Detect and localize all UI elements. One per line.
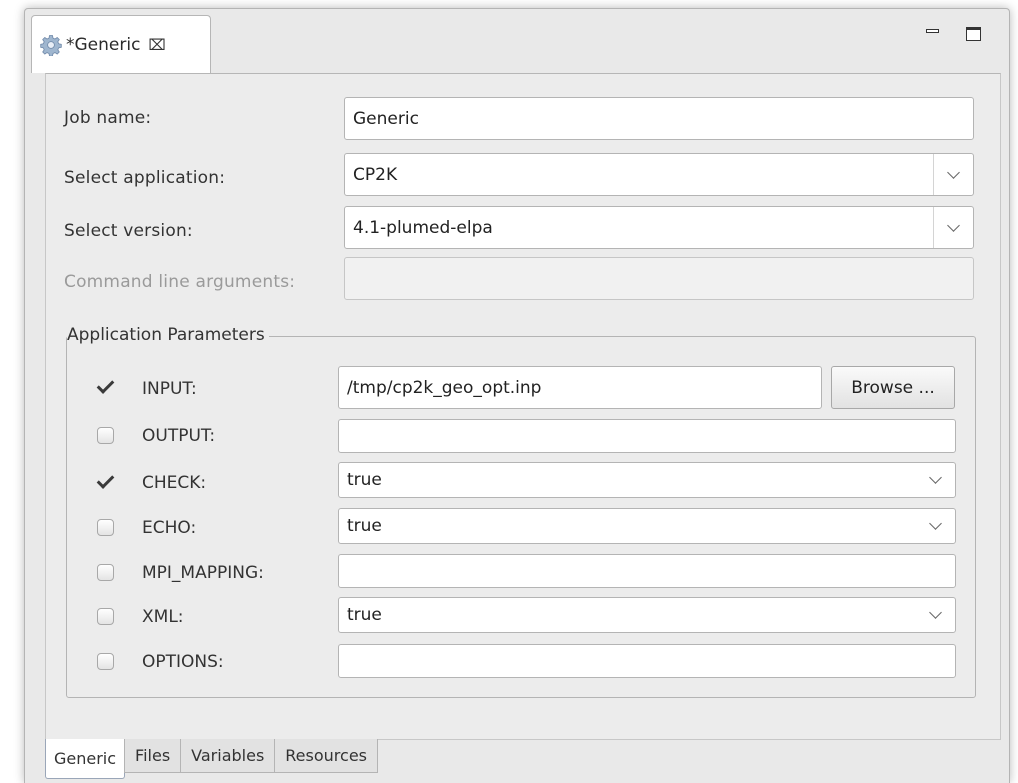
maximize-icon[interactable]	[966, 27, 981, 41]
select-application-label: Select application:	[64, 168, 226, 188]
check-checkbox[interactable]	[96, 471, 115, 491]
input-label: INPUT:	[142, 379, 197, 399]
gear-icon	[40, 34, 62, 56]
editor-tab-generic[interactable]: *Generic ⌧	[31, 15, 211, 73]
output-field[interactable]	[338, 419, 956, 453]
select-application-combo[interactable]: CP2K	[344, 153, 974, 196]
command-line-arguments-label: Command line arguments:	[64, 272, 296, 292]
options-field[interactable]	[338, 644, 956, 678]
editor-titlebar: *Generic ⌧	[25, 9, 1009, 73]
input-field[interactable]: /tmp/cp2k_geo_opt.inp	[338, 366, 822, 409]
command-line-arguments-field	[344, 257, 974, 300]
mpi-mapping-label: MPI_MAPPING:	[142, 563, 264, 583]
bottom-tab-bar: Generic Files Variables Resources	[45, 739, 378, 779]
application-parameters-title: Application Parameters	[67, 325, 269, 345]
mpi-mapping-field[interactable]	[338, 554, 956, 588]
job-name-label: Job name:	[64, 108, 152, 128]
select-application-dropdown-button[interactable]	[933, 154, 973, 195]
editor-window: *Generic ⌧ Job name: Generic Select appl…	[24, 8, 1010, 783]
chevron-down-icon	[947, 165, 960, 179]
window-controls	[926, 23, 981, 41]
tab-variables[interactable]: Variables	[180, 739, 276, 773]
xml-label: XML:	[142, 607, 184, 627]
xml-combo[interactable]: true	[338, 597, 956, 633]
job-name-value: Generic	[353, 108, 419, 129]
chevron-down-icon	[928, 606, 942, 619]
tab-resources[interactable]: Resources	[274, 739, 378, 773]
output-checkbox[interactable]	[97, 427, 114, 444]
tab-generic[interactable]: Generic	[45, 739, 126, 779]
check-label: CHECK:	[142, 473, 207, 493]
editor-tab-title: *Generic	[66, 34, 141, 55]
check-dropdown-button[interactable]	[915, 463, 955, 497]
select-version-label: Select version:	[64, 221, 193, 241]
input-checkbox[interactable]	[96, 376, 115, 396]
tab-files[interactable]: Files	[124, 739, 182, 773]
application-parameters-group: Application Parameters INPUT: /tmp/cp2k_…	[66, 325, 976, 698]
chevron-down-icon	[928, 471, 942, 484]
echo-label: ECHO:	[142, 518, 197, 538]
echo-checkbox[interactable]	[97, 519, 114, 536]
browse-button[interactable]: Browse ...	[831, 366, 955, 409]
check-value: true	[347, 470, 382, 490]
chevron-down-icon	[947, 218, 960, 232]
check-icon	[96, 471, 115, 489]
job-name-field[interactable]: Generic	[344, 97, 974, 140]
select-application-value: CP2K	[353, 164, 398, 185]
check-combo[interactable]: true	[338, 462, 956, 498]
select-version-dropdown-button[interactable]	[933, 207, 973, 248]
select-version-value: 4.1-plumed-elpa	[353, 217, 493, 238]
xml-value: true	[347, 605, 382, 625]
xml-dropdown-button[interactable]	[915, 598, 955, 632]
close-icon[interactable]: ⌧	[148, 36, 165, 54]
input-value: /tmp/cp2k_geo_opt.inp	[347, 377, 542, 398]
minimize-icon[interactable]	[926, 25, 940, 39]
echo-dropdown-button[interactable]	[915, 509, 955, 543]
echo-combo[interactable]: true	[338, 508, 956, 544]
check-icon	[96, 376, 115, 394]
select-version-combo[interactable]: 4.1-plumed-elpa	[344, 206, 974, 249]
mpi-mapping-checkbox[interactable]	[97, 564, 114, 581]
chevron-down-icon	[928, 517, 942, 530]
xml-checkbox[interactable]	[97, 608, 114, 625]
options-label: OPTIONS:	[142, 652, 224, 672]
echo-value: true	[347, 516, 382, 536]
output-label: OUTPUT:	[142, 426, 216, 446]
job-form-panel: Job name: Generic Select application: CP…	[45, 73, 1001, 740]
options-checkbox[interactable]	[97, 653, 114, 670]
